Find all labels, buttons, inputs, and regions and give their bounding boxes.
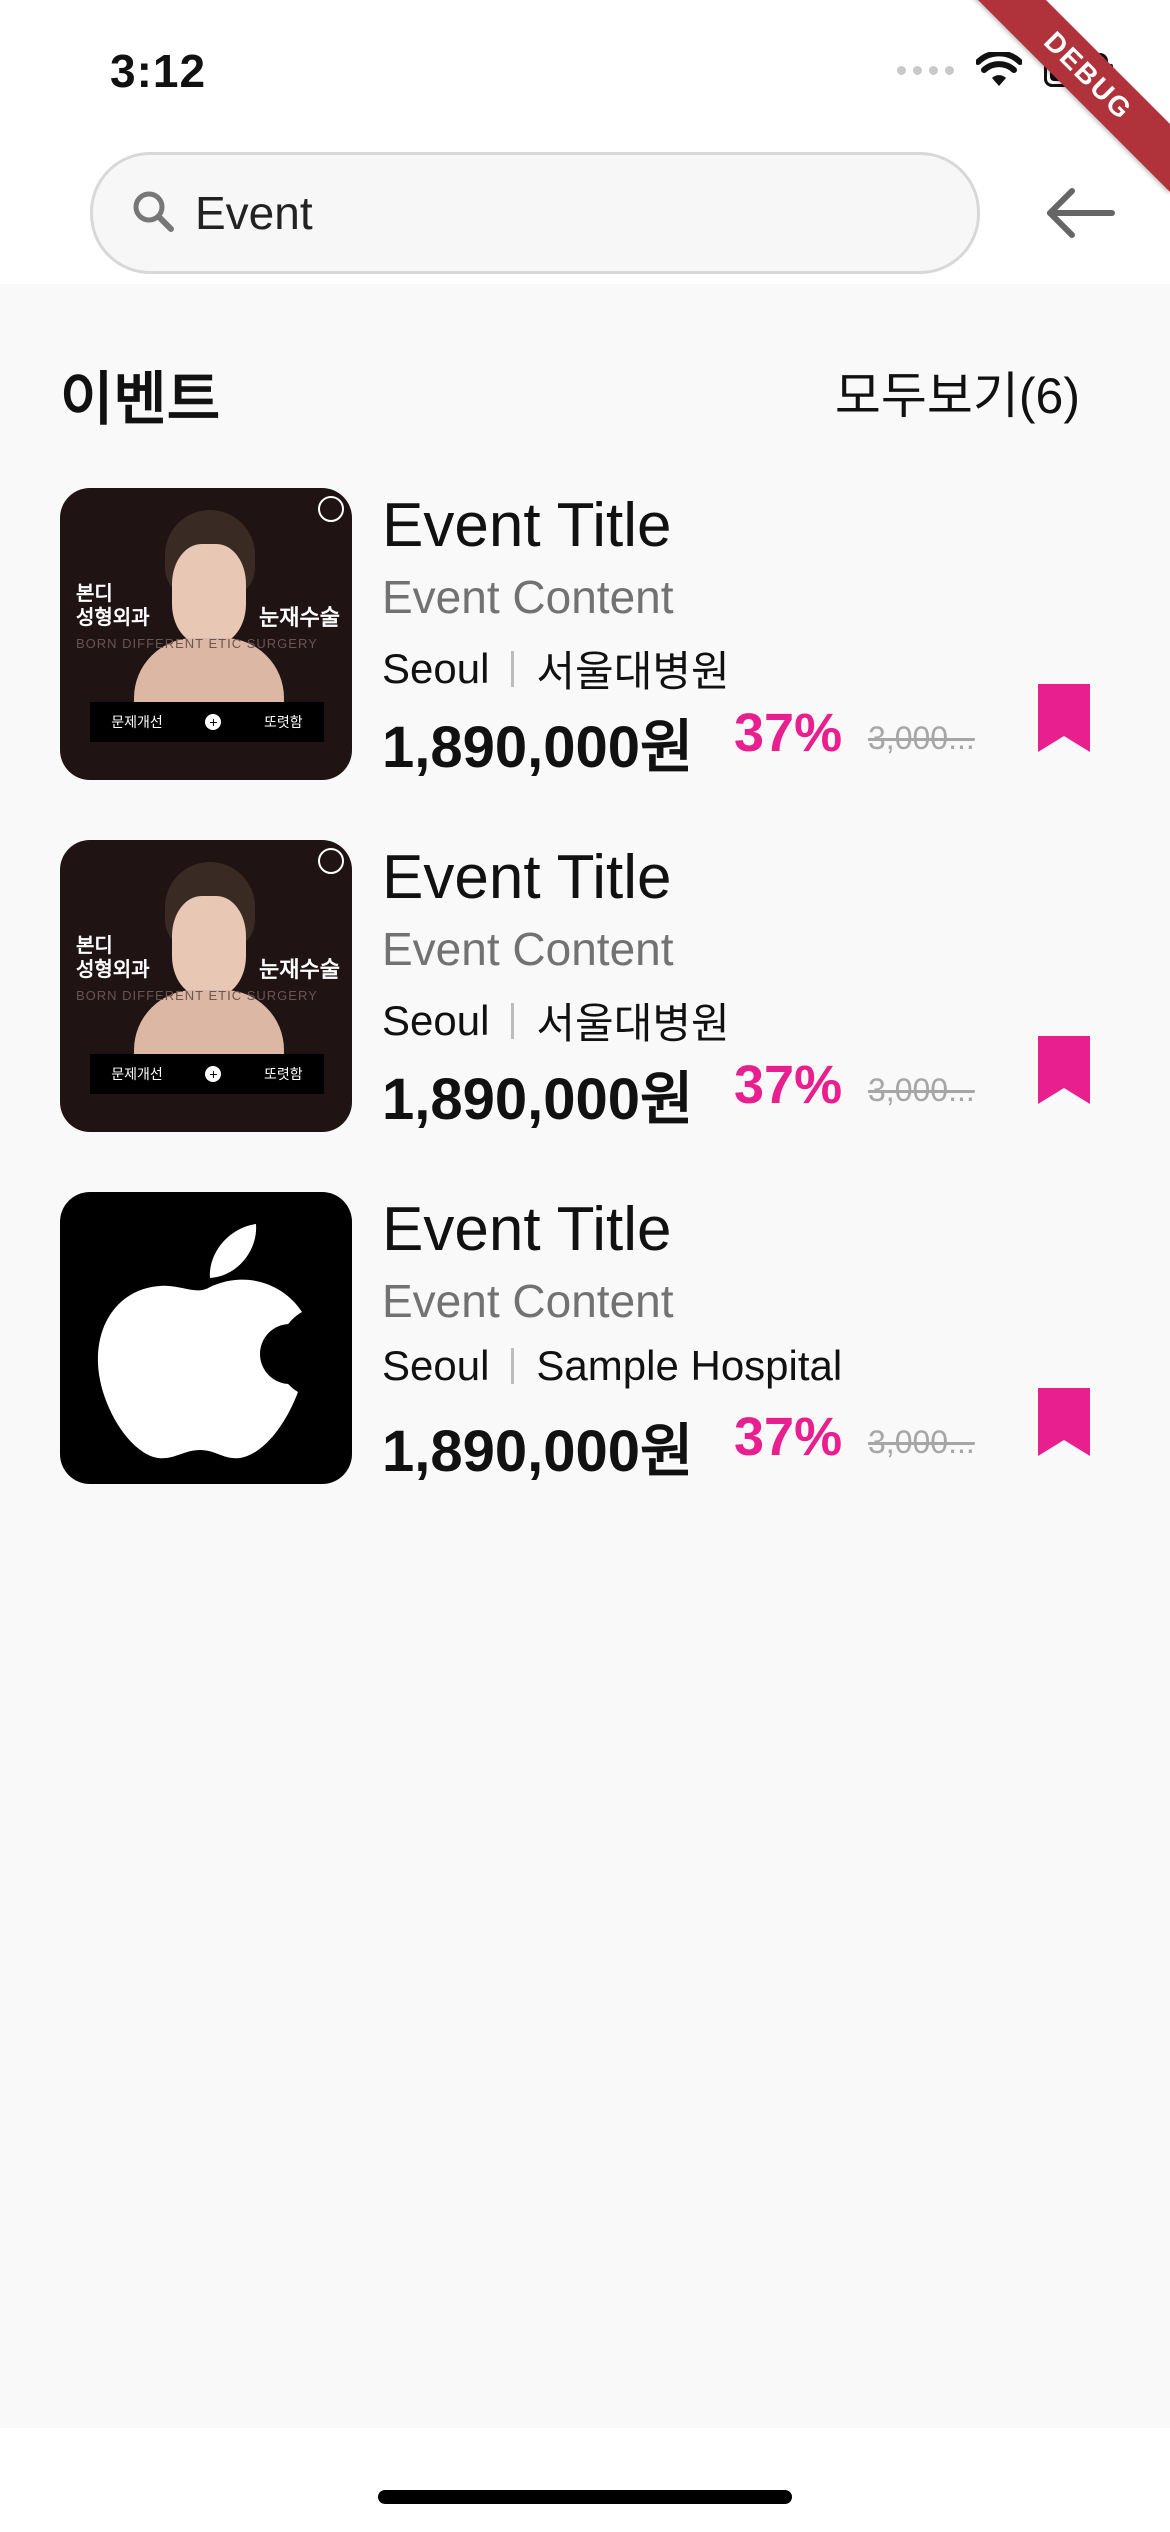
plus-icon: + <box>205 714 222 730</box>
event-price: 1,890,000원 <box>382 1419 694 1484</box>
ad-left-text: 문제개선 <box>111 714 163 730</box>
divider <box>511 650 515 687</box>
search-input[interactable]: Event <box>195 186 313 240</box>
event-card[interactable]: 본디 성형외과 눈재수술 BORN DIFFERENT ETIC SURGERY… <box>60 840 1110 1136</box>
event-original-price: 3,000... <box>868 720 975 756</box>
event-content: Event Content <box>382 571 674 623</box>
event-original-price: 3,000... <box>868 1072 975 1108</box>
clinic-logo-icon <box>318 848 344 874</box>
ad-procedure: 눈재수술 <box>259 957 340 982</box>
event-hospital: 서울대병원 <box>536 648 730 695</box>
ad-subtitle: BORN DIFFERENT ETIC SURGERY <box>76 636 318 651</box>
event-city: Seoul <box>382 1342 490 1389</box>
ad-procedure: 눈재수술 <box>259 605 340 630</box>
ad-right-text: 또렷함 <box>264 714 303 730</box>
section-title: 이벤트 <box>60 367 221 432</box>
event-thumbnail: 본디 성형외과 눈재수술 BORN DIFFERENT ETIC SURGERY… <box>60 840 352 1132</box>
back-arrow-icon[interactable] <box>1040 178 1120 248</box>
ad-subtitle: BORN DIFFERENT ETIC SURGERY <box>76 988 318 1003</box>
event-location: Seoul Sample Hospital <box>382 1342 842 1390</box>
see-all-button[interactable]: 모두보기(6) <box>835 356 1080 428</box>
ad-clinic-name: 본디 성형외과 <box>76 935 150 981</box>
event-location: Seoul 서울대병원 <box>382 990 730 1051</box>
divider <box>511 1002 515 1039</box>
search-field[interactable]: Event <box>90 152 980 274</box>
wifi-icon <box>976 52 1022 86</box>
ad-left-text: 문제개선 <box>111 1066 163 1082</box>
event-discount: 37% <box>734 1055 843 1115</box>
divider <box>511 1348 515 1384</box>
event-discount: 37% <box>734 703 843 763</box>
event-price: 1,890,000원 <box>382 715 694 780</box>
event-location: Seoul 서울대병원 <box>382 638 730 699</box>
event-title: Event Title <box>382 843 672 912</box>
event-card[interactable]: 본디 성형외과 눈재수술 BORN DIFFERENT ETIC SURGERY… <box>60 488 1110 784</box>
bookmark-icon[interactable] <box>1038 1036 1090 1104</box>
ad-banner: 문제개선 + 또렷함 <box>90 1054 324 1094</box>
ad-banner: 문제개선 + 또렷함 <box>90 702 324 742</box>
event-city: Seoul <box>382 996 490 1044</box>
event-discount: 37% <box>734 1407 843 1467</box>
bottom-safe-area <box>0 2428 1170 2532</box>
event-card[interactable]: Event Title Event Content Seoul Sample H… <box>60 1192 1110 1488</box>
event-content: Event Content <box>382 923 674 975</box>
bookmark-icon[interactable] <box>1038 684 1090 752</box>
search-icon <box>133 191 174 232</box>
home-indicator[interactable] <box>378 2490 792 2504</box>
event-title: Event Title <box>382 491 672 560</box>
cellular-icon <box>897 65 954 75</box>
event-thumbnail: 본디 성형외과 눈재수술 BORN DIFFERENT ETIC SURGERY… <box>60 488 352 780</box>
plus-icon: + <box>205 1066 222 1082</box>
status-time: 3:12 <box>110 45 207 97</box>
event-thumbnail <box>60 1192 352 1484</box>
event-hospital: 서울대병원 <box>536 1000 730 1047</box>
event-hospital: Sample Hospital <box>536 1342 843 1389</box>
event-original-price: 3,000... <box>868 1424 975 1460</box>
event-content: Event Content <box>382 1275 674 1327</box>
event-price: 1,890,000원 <box>382 1067 694 1132</box>
ad-clinic-name: 본디 성형외과 <box>76 583 150 629</box>
ad-right-text: 또렷함 <box>264 1066 303 1082</box>
event-city: Seoul <box>382 644 490 692</box>
clinic-logo-icon <box>318 496 344 522</box>
event-title: Event Title <box>382 1195 672 1264</box>
apple-logo-icon <box>97 1224 320 1459</box>
bookmark-icon[interactable] <box>1038 1388 1090 1456</box>
